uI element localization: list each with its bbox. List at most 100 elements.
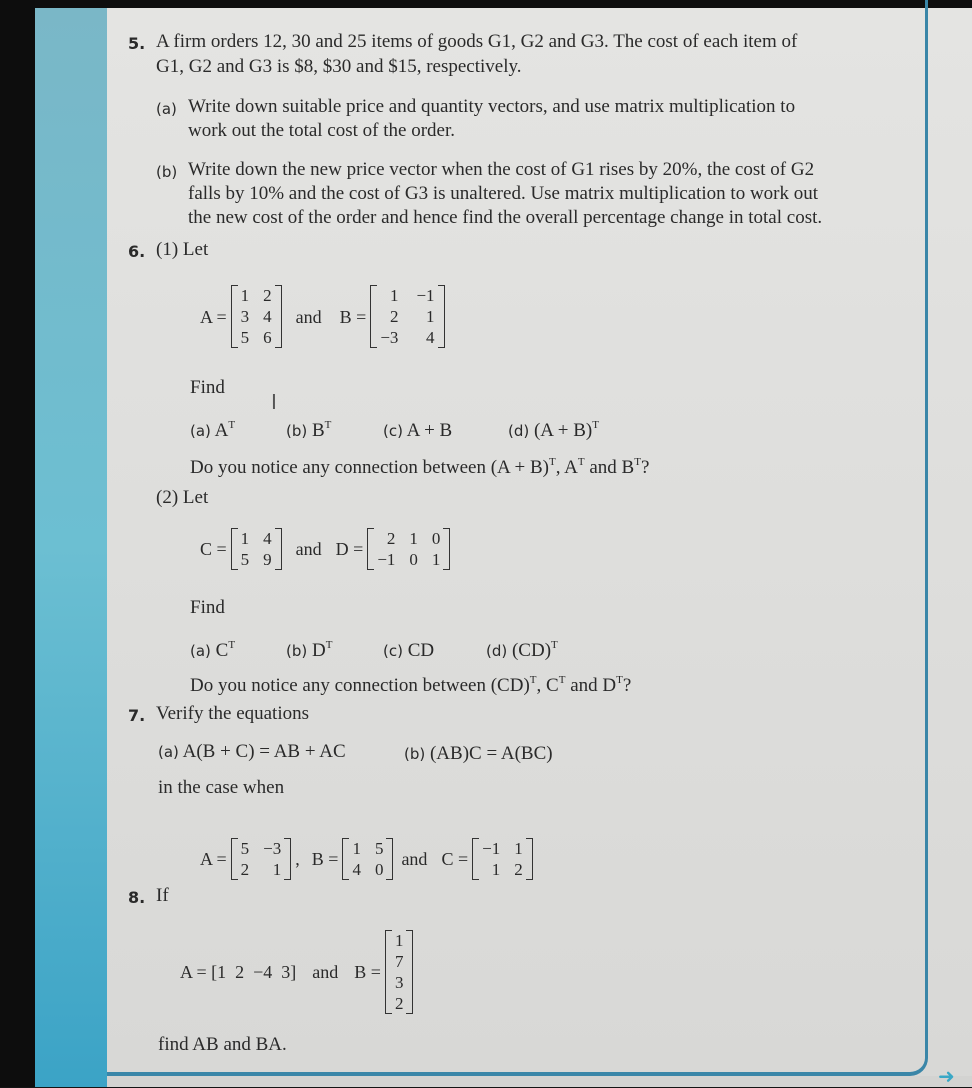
matrix-cell: 2 bbox=[514, 860, 523, 879]
matrix-cell: 3 bbox=[394, 973, 404, 992]
find-item: (c) CD bbox=[383, 640, 435, 661]
part-text: work out the total cost of the order. bbox=[188, 120, 455, 141]
part-label: (1) Let bbox=[156, 239, 209, 260]
question-text: Verify the equations bbox=[156, 703, 310, 724]
matrix-B: 15 40 bbox=[342, 838, 394, 880]
matrix-B: 1 −1 2 1 −3 4 bbox=[370, 285, 445, 348]
left-bezel bbox=[0, 0, 35, 1087]
matrix-cell: 0 bbox=[374, 860, 384, 879]
matrix-cell: 1 bbox=[431, 550, 441, 569]
matrix-cell: 2 bbox=[240, 860, 250, 879]
matrix-cell: 1 bbox=[409, 529, 418, 548]
matrix-name: A = bbox=[200, 849, 227, 869]
equation-a: (a) A(B + C) = AB + AC bbox=[158, 741, 346, 762]
separator: , bbox=[295, 849, 300, 869]
find-item: (a) CT bbox=[190, 639, 236, 661]
equation-b: (b) (AB)C = A(BC) bbox=[404, 743, 553, 764]
matrix-cell: 2 bbox=[389, 307, 399, 326]
matrix-cell: 7 bbox=[394, 952, 404, 971]
matrix-cell: 2 bbox=[263, 286, 272, 305]
matrix-A: 5 −3 2 1 bbox=[230, 838, 292, 880]
part-label: (b) bbox=[156, 163, 178, 181]
matrix-cell: 4 bbox=[263, 529, 272, 548]
question-text: G1, G2 and G3 is $8, $30 and $15, respec… bbox=[156, 56, 522, 77]
conjunction: and bbox=[312, 962, 339, 982]
part-text: the new cost of the order and hence find… bbox=[188, 207, 823, 228]
matrix-cell: 4 bbox=[263, 307, 272, 326]
matrix-cell: 1 bbox=[240, 529, 250, 548]
row-vector-A: A = [1 2 −4 3] bbox=[180, 962, 297, 982]
matrix-cell: 1 bbox=[394, 931, 404, 950]
matrix-name: D = bbox=[335, 539, 364, 559]
matrix-cell: −1 bbox=[482, 839, 501, 858]
matrix-cell: 1 bbox=[352, 839, 361, 858]
matrix-D: 210 −1 0 1 bbox=[367, 528, 451, 570]
question-instruction: find AB and BA. bbox=[158, 1034, 287, 1055]
matrix-name: B = bbox=[339, 306, 367, 327]
question-number: 6. bbox=[128, 242, 146, 261]
matrix-cell: 4 bbox=[426, 328, 435, 347]
matrix-cell: 3 bbox=[240, 307, 250, 326]
find-label: Find bbox=[190, 597, 225, 618]
conjunction: and bbox=[295, 306, 322, 327]
case-text: in the case when bbox=[158, 777, 285, 798]
find-item: (d) (CD)T bbox=[486, 639, 558, 661]
matrix-cell: 5 bbox=[240, 839, 250, 858]
find-item: (b) DT bbox=[286, 639, 333, 661]
matrix-cell: 1 bbox=[272, 860, 282, 879]
matrix-C: 14 59 bbox=[230, 528, 282, 570]
part-label: (a) bbox=[156, 100, 177, 118]
matrix-cell: −3 bbox=[263, 839, 282, 858]
matrix-cell: 0 bbox=[431, 529, 441, 548]
matrix-cell: 5 bbox=[240, 328, 250, 347]
matrix-C: −1 1 12 bbox=[472, 838, 533, 880]
matrix-equation-rowcol: A = [1 2 −4 3] and B = 1 7 3 2 bbox=[180, 930, 417, 1014]
part-text: falls by 10% and the cost of G3 is unalt… bbox=[188, 183, 819, 204]
matrix-cell: 1 bbox=[426, 307, 435, 326]
matrix-name: A = bbox=[200, 306, 227, 327]
part-label: (2) Let bbox=[156, 487, 209, 508]
matrix-cell: −1 bbox=[377, 550, 396, 569]
part-text: Write down the new price vector when the… bbox=[188, 159, 815, 180]
matrix-cell: 1 bbox=[514, 839, 523, 858]
matrix-cell: 9 bbox=[263, 550, 272, 569]
matrix-cell: 4 bbox=[352, 860, 361, 879]
matrix-cell: 0 bbox=[409, 550, 418, 569]
conjunction: and bbox=[295, 539, 322, 559]
text-cursor-icon: I bbox=[271, 390, 277, 414]
conjunction: and bbox=[401, 849, 428, 869]
matrix-name: C = bbox=[441, 849, 469, 869]
question-text: A firm orders 12, 30 and 25 items of goo… bbox=[156, 31, 798, 52]
matrix-cell: 5 bbox=[240, 550, 250, 569]
matrix-cell: 6 bbox=[263, 328, 272, 347]
matrix-cell: −1 bbox=[416, 286, 435, 305]
matrix-cell: 1 bbox=[389, 286, 399, 305]
teal-margin-strip bbox=[35, 8, 107, 1087]
connection-question: Do you notice any connection between (A … bbox=[190, 456, 650, 478]
matrix-cell: −3 bbox=[380, 328, 399, 347]
matrix-cell: 1 bbox=[240, 286, 250, 305]
matrix-equation-ABC: A = 5 −3 21 , B = 15 40 and C = −1 1 1 2 bbox=[200, 838, 537, 880]
question-text: If bbox=[156, 885, 169, 906]
matrix-name: C = bbox=[200, 539, 227, 559]
question-number: 5. bbox=[128, 34, 146, 53]
find-item: (d) (A + B)T bbox=[508, 419, 599, 441]
column-vector-B: 1 7 3 2 bbox=[384, 930, 414, 1014]
find-item: (b) BT bbox=[286, 419, 332, 441]
matrix-A: 12 34 56 bbox=[230, 285, 282, 348]
question-number: 8. bbox=[128, 888, 146, 907]
matrix-cell: 5 bbox=[374, 839, 384, 858]
find-label: Find bbox=[190, 377, 225, 398]
matrix-equation-AB: A = 12 34 56 and B = 1 −1 21 −3 4 bbox=[200, 285, 449, 348]
matrix-equation-CD: C = 14 59 and D = 210 −1 0 1 bbox=[200, 528, 454, 570]
find-item: (a) AT bbox=[190, 419, 236, 441]
find-item: (c) A + B bbox=[383, 420, 453, 441]
matrix-name: B = bbox=[311, 849, 339, 869]
question-number: 7. bbox=[128, 706, 146, 725]
matrix-cell: 2 bbox=[394, 994, 404, 1013]
matrix-cell: 2 bbox=[386, 529, 396, 548]
below-panel-area bbox=[107, 1076, 972, 1087]
connection-question: Do you notice any connection between (CD… bbox=[190, 674, 632, 696]
next-arrow-icon[interactable]: ➜ bbox=[938, 1064, 955, 1088]
part-text: Write down suitable price and quantity v… bbox=[188, 96, 796, 117]
